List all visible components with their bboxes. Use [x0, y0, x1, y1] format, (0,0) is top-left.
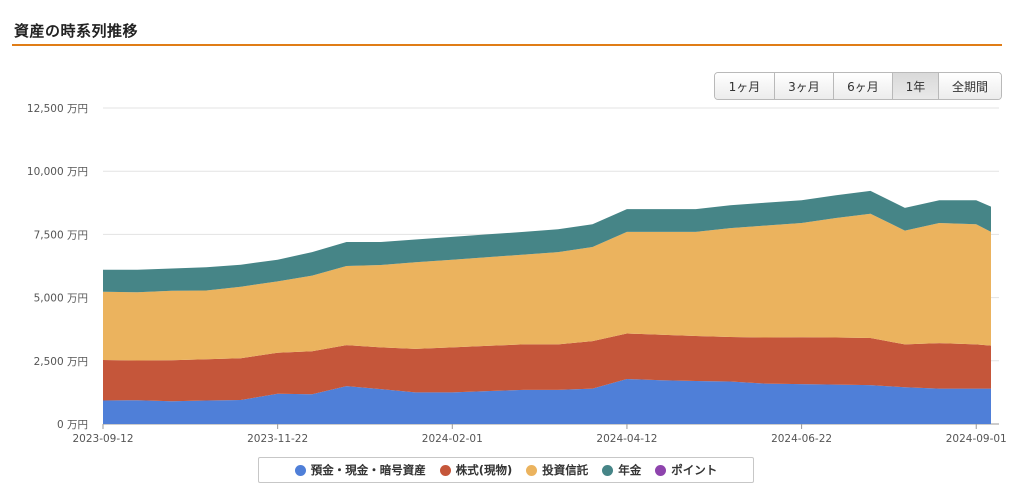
- legend-swatch-pension: [602, 464, 614, 476]
- x-tick-label: 2024-04-12: [596, 433, 657, 445]
- y-tick-label: 10,000 万円: [27, 166, 88, 178]
- legend-swatch-funds: [526, 464, 538, 476]
- y-tick-label: 0 万円: [57, 419, 88, 431]
- legend-label-deposits: 預金・現金・暗号資産: [310, 463, 426, 477]
- x-tick-label: 2023-09-12: [72, 433, 133, 445]
- y-tick-label: 2,500 万円: [34, 356, 88, 368]
- legend-item-deposits[interactable]: 預金・現金・暗号資産: [294, 462, 426, 478]
- legend-label-stocks: 株式(現物): [455, 463, 513, 477]
- legend-item-funds[interactable]: 投資信託: [526, 462, 588, 478]
- legend-label-pension: 年金: [618, 463, 642, 477]
- asset-area-chart: 0 万円 2,500 万円 5,000 万円 7,500 万円 10,000 万円 12,…: [27, 103, 1007, 445]
- legend-swatch-stocks: [439, 464, 451, 476]
- x-tick-label: 2024-02-01: [422, 433, 483, 445]
- legend-item-points[interactable]: ポイント: [655, 462, 717, 478]
- x-tick-label: 2024-09-01: [946, 433, 1007, 445]
- legend-label-points: ポイント: [671, 463, 718, 477]
- chart-legend: 預金・現金・暗号資産 株式(現物) 投資信託 年金 ポイント: [258, 457, 754, 483]
- y-tick-label: 7,500 万円: [34, 229, 88, 241]
- title-divider: [12, 44, 1002, 46]
- legend-swatch-points: [655, 464, 667, 476]
- y-tick-label: 5,000 万円: [34, 293, 88, 305]
- section-title: 資産の時系列推移: [14, 22, 139, 40]
- y-tick-label: 12,500 万円: [27, 103, 88, 115]
- legend-label-funds: 投資信託: [542, 463, 589, 477]
- legend-item-pension[interactable]: 年金: [602, 462, 641, 478]
- x-tick-label: 2024-06-22: [771, 433, 832, 445]
- legend-item-stocks[interactable]: 株式(現物): [439, 462, 513, 478]
- legend-swatch-deposits: [294, 464, 306, 476]
- x-tick-label: 2023-11-22: [247, 433, 308, 445]
